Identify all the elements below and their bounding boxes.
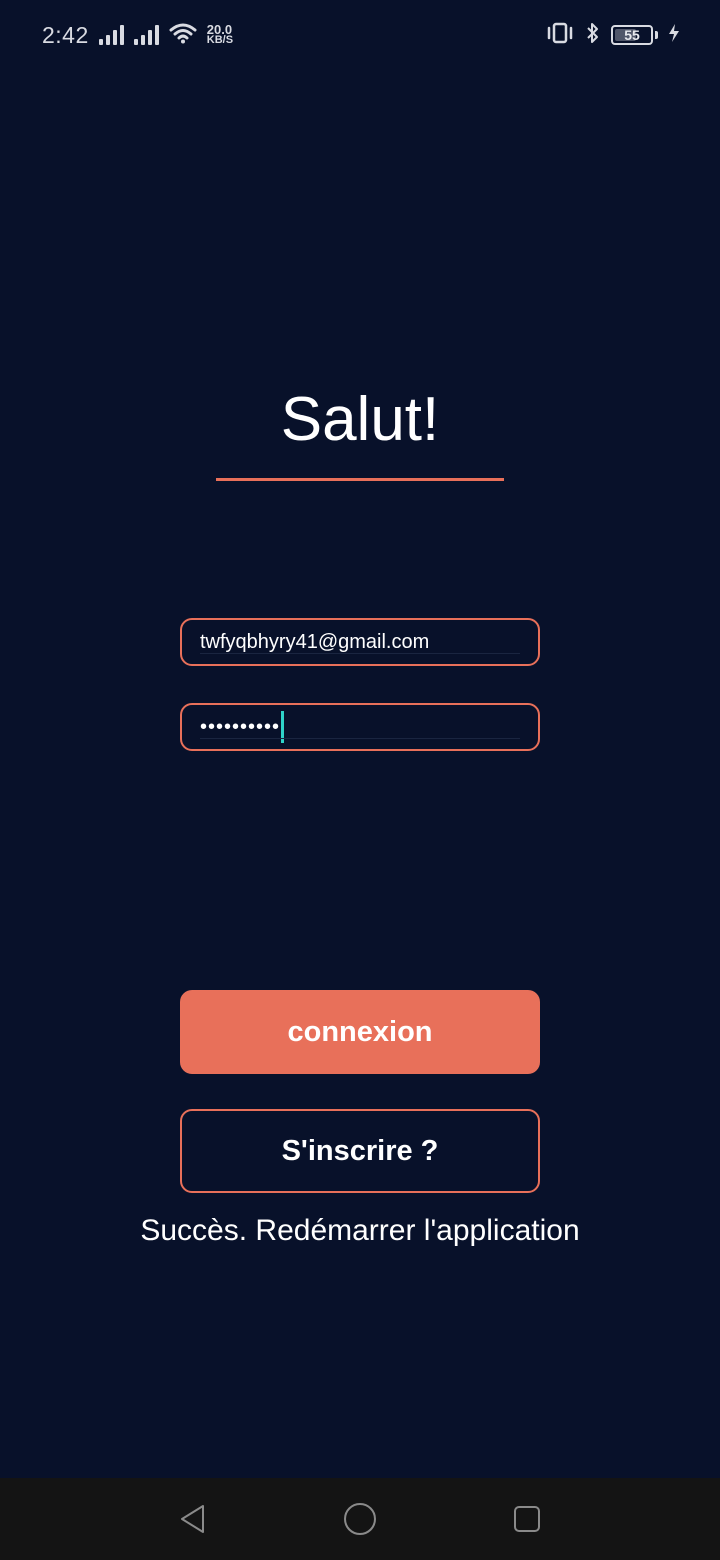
email-field[interactable]: twfyqbhyry41@gmail.com <box>180 618 540 666</box>
signal-icon <box>98 25 124 45</box>
battery-nub <box>655 31 658 39</box>
navigation-bar <box>0 1478 720 1560</box>
bluetooth-icon <box>585 21 601 50</box>
status-bar: 2:42 20.0 KB/S 55 <box>0 0 720 70</box>
status-message: Succès. Redémarrer l'application <box>140 1214 580 1247</box>
back-icon[interactable] <box>173 1499 213 1539</box>
title-underline <box>216 478 504 481</box>
status-right: 55 <box>545 21 680 50</box>
connexion-button[interactable]: connexion <box>180 990 540 1074</box>
password-mask: •••••••••• <box>200 715 281 738</box>
login-screen: 2:42 20.0 KB/S 55 Salut! twfyqbhyry41@gm… <box>0 0 720 1560</box>
signup-button[interactable]: S'inscrire ? <box>180 1109 540 1193</box>
email-value: twfyqbhyry41@gmail.com <box>200 630 430 653</box>
network-speed-unit: KB/S <box>206 34 234 46</box>
status-time: 2:42 <box>42 21 89 48</box>
battery-level: 55 <box>624 27 640 43</box>
email-field-underline <box>200 653 520 654</box>
charging-icon <box>668 23 680 48</box>
page-title: Salut! <box>280 385 440 454</box>
status-left: 2:42 20.0 KB/S <box>42 22 233 49</box>
network-speed: 20.0 KB/S <box>206 23 234 46</box>
password-field-underline <box>200 738 520 739</box>
battery-icon: 55 <box>611 25 653 45</box>
vibrate-icon <box>545 22 575 49</box>
wifi-icon <box>169 22 197 49</box>
recents-icon[interactable] <box>507 1499 547 1539</box>
signal-icon-2 <box>133 25 159 45</box>
home-icon[interactable] <box>340 1499 380 1539</box>
password-field[interactable]: •••••••••• <box>180 703 540 751</box>
